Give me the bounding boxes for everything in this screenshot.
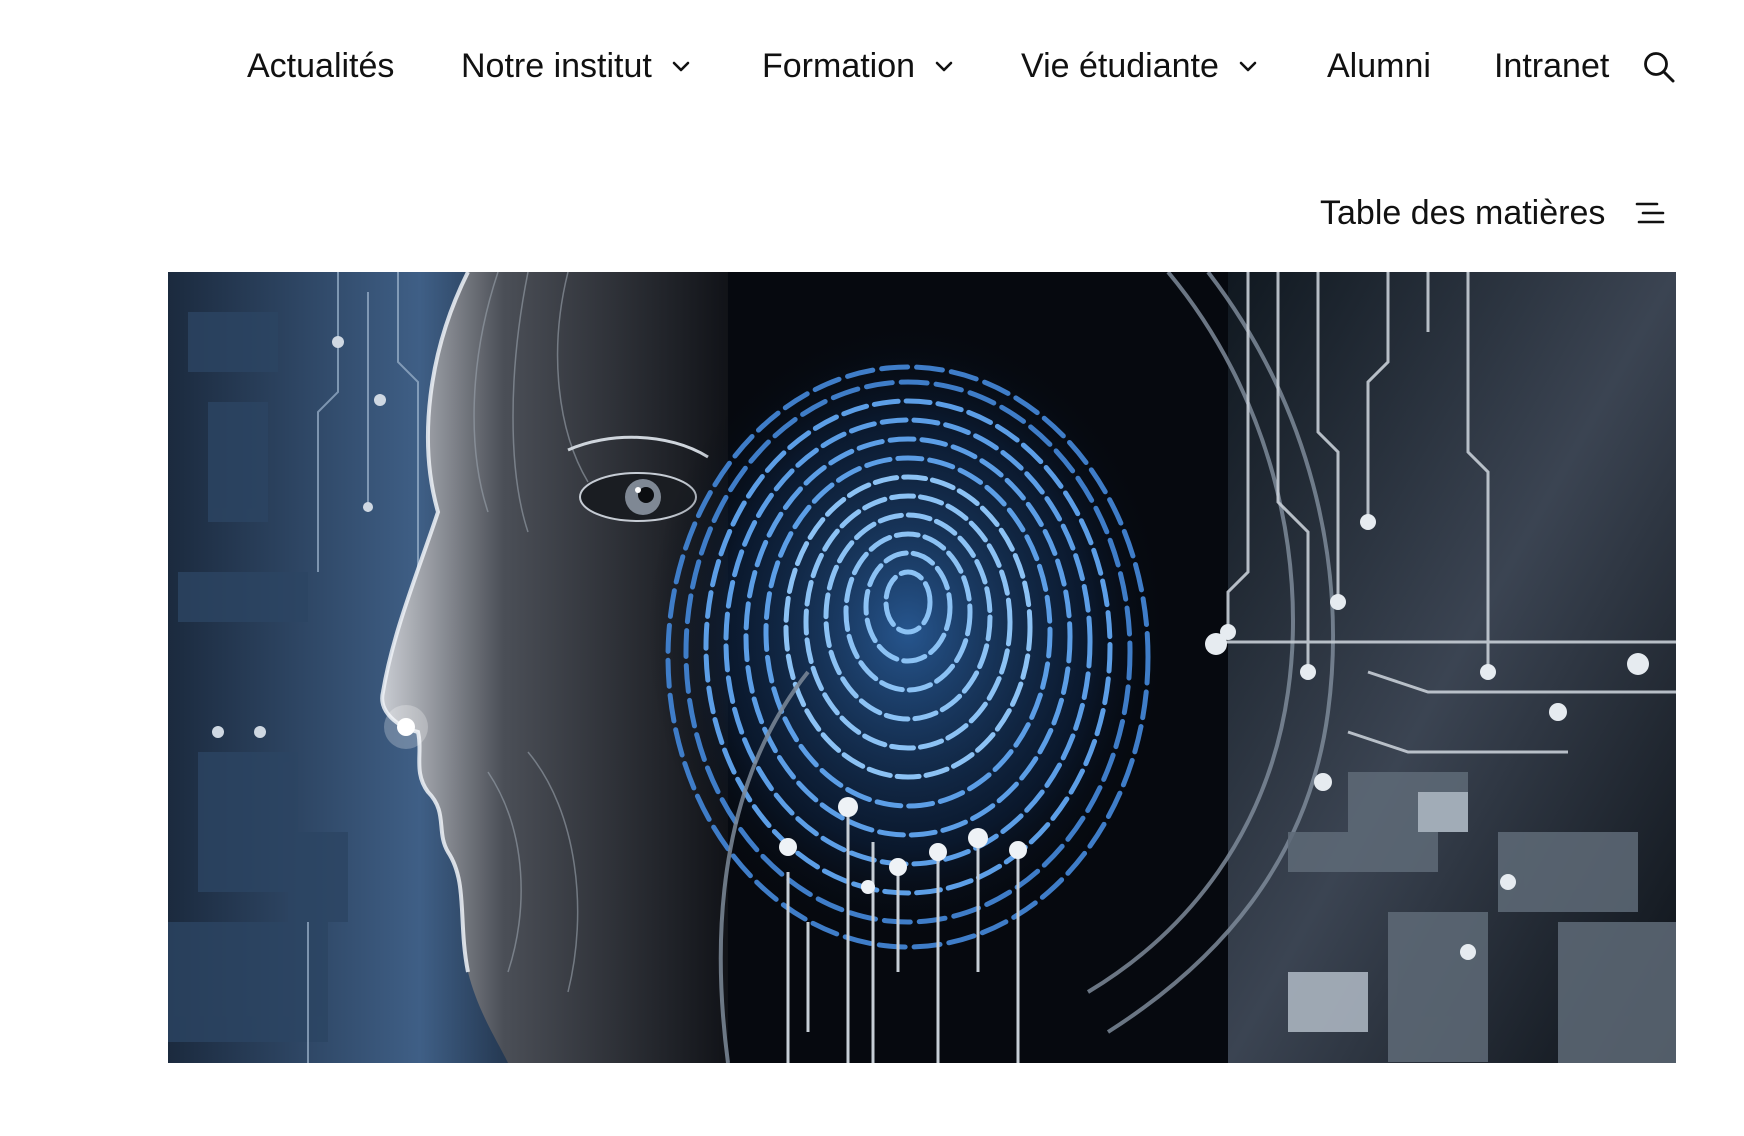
nav-item-label: Formation <box>762 47 916 85</box>
nav-item-label: Actualités <box>247 47 395 85</box>
search-icon[interactable] <box>1642 50 1676 84</box>
nav-item-vie-etudiante[interactable]: Vie étudiante <box>1021 46 1259 86</box>
table-of-contents-toggle[interactable]: Table des matières <box>1320 190 1665 236</box>
nav-item-alumni[interactable]: Alumni <box>1327 46 1431 86</box>
nav-item-label: Vie étudiante <box>1021 47 1219 85</box>
list-icon <box>1636 202 1665 224</box>
nav-item-notre-institut[interactable]: Notre institut <box>461 46 692 86</box>
nav-item-intranet[interactable]: Intranet <box>1494 46 1609 86</box>
nav-item-actualites[interactable]: Actualités <box>247 46 394 86</box>
toc-label: Table des matières <box>1320 194 1606 232</box>
nav-item-label: Notre institut <box>461 47 652 85</box>
nav-item-formation[interactable]: Formation <box>762 46 955 86</box>
chevron-down-icon <box>672 61 690 72</box>
nav-item-label: Alumni <box>1327 47 1431 85</box>
main-navigation: Actualités Notre institut Formation Vie … <box>0 38 1744 94</box>
chevron-down-icon <box>935 61 953 72</box>
hero-image <box>168 272 1676 1063</box>
nav-item-label: Intranet <box>1494 47 1610 85</box>
chevron-down-icon <box>1239 61 1257 72</box>
face-fingerprint-circuit-illustration <box>168 272 1676 1063</box>
